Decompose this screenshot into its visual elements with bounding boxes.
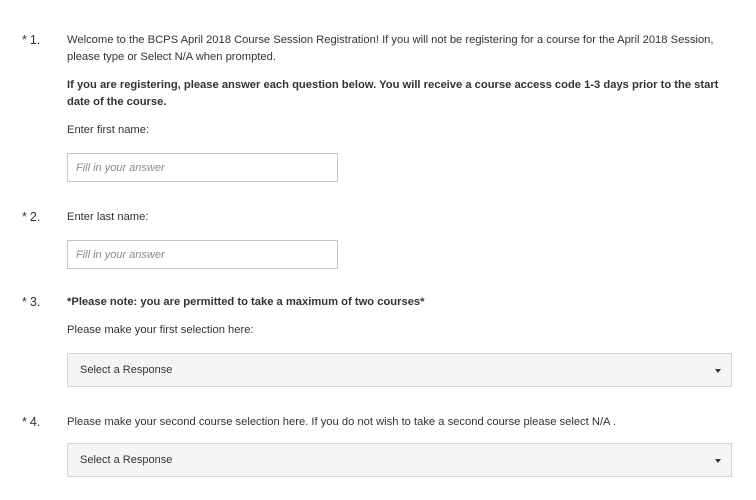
question-number: * 4. <box>22 415 41 429</box>
required-marker: * <box>22 33 27 47</box>
question-intro: Welcome to the BCPS April 2018 Course Se… <box>67 34 714 63</box>
question-number: * 2. <box>22 210 41 224</box>
registration-form: * 1. Welcome to the BCPS April 2018 Cours… <box>0 0 756 500</box>
first-course-select[interactable]: Select a Response <box>67 353 732 387</box>
chevron-down-icon <box>715 369 721 373</box>
question-note: If you are registering, please answer ea… <box>67 79 719 108</box>
required-marker: * <box>22 295 27 309</box>
question-number: * 3. <box>22 295 41 309</box>
select-value: Select a Response <box>80 454 173 466</box>
required-marker: * <box>22 210 27 224</box>
question-prompt: Enter last name: <box>67 211 149 223</box>
question-number: * 1. <box>22 33 41 47</box>
question-note: *Please note: you are permitted to take … <box>67 296 425 308</box>
question-prompt: Please make your first selection here: <box>67 324 254 336</box>
required-marker: * <box>22 415 27 429</box>
select-value: Select a Response <box>80 364 173 376</box>
chevron-down-icon <box>715 459 721 463</box>
first-name-input[interactable] <box>67 153 338 182</box>
last-name-input[interactable] <box>67 240 338 269</box>
question-prompt: Please make your second course selection… <box>67 416 617 428</box>
second-course-select[interactable]: Select a Response <box>67 443 732 477</box>
question-prompt: Enter first name: <box>67 124 150 136</box>
